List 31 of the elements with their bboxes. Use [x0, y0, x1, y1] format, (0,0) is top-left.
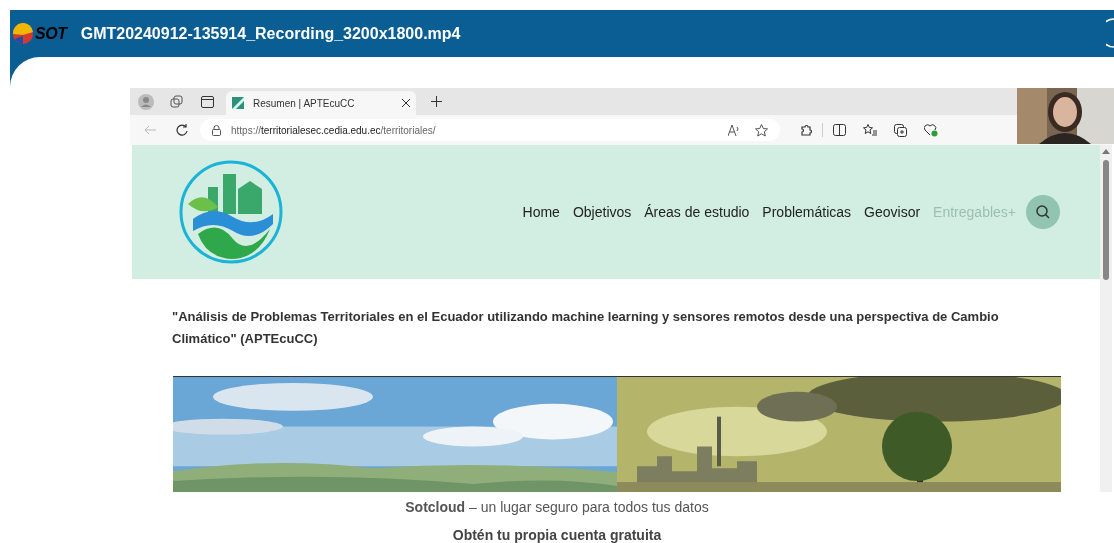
page-heading: "Análisis de Problemas Territoriales en el Ecuador utilizando machine learning y sensores remotos desde una perspectiva de Cambio Climático" (APTEcuCC)	[172, 308, 1000, 348]
read-aloud-icon[interactable]	[728, 124, 740, 136]
split-screen-icon[interactable]	[833, 124, 846, 136]
video-title: GMT20240912-135914_Recording_3200x1800.mp4	[80, 23, 461, 44]
new-tab-icon[interactable]	[431, 96, 442, 107]
footer-cta: Obtén tu propia cuenta gratuita	[451, 526, 663, 543]
favicon-icon	[232, 97, 244, 109]
search-button[interactable]	[1026, 195, 1060, 229]
add-collection-icon[interactable]	[894, 123, 907, 137]
nav-link[interactable]: Home	[522, 201, 560, 223]
lock-icon	[212, 124, 221, 136]
favorites-icon[interactable]	[863, 124, 877, 136]
logo-text: SOT	[35, 25, 67, 42]
profile-icon[interactable]	[138, 93, 154, 110]
scrollbar[interactable]	[1100, 145, 1112, 492]
extensions-icon[interactable]	[800, 124, 812, 136]
collections-icon[interactable]	[170, 95, 183, 108]
footer-text: Sotcloud – un lugar seguro para todos tus datos	[404, 498, 710, 517]
nav-link[interactable]: Áreas de estudio	[644, 201, 750, 223]
nav-link[interactable]: Problemáticas	[762, 201, 852, 223]
tab-actions-icon[interactable]	[201, 95, 214, 108]
star-icon[interactable]	[755, 123, 768, 137]
health-icon[interactable]	[924, 123, 938, 137]
logo-icon	[12, 22, 34, 45]
nav-link[interactable]: Geovisor	[864, 201, 921, 223]
search-icon	[1036, 205, 1050, 219]
refresh-icon[interactable]	[176, 124, 188, 136]
close-icon[interactable]	[402, 99, 410, 107]
address-bar[interactable]: https://territorialesec.cedia.edu.ec/territoriales/	[200, 119, 780, 141]
browser-tab[interactable]: Resumen | APTEcuCC	[226, 91, 416, 115]
nav-link[interactable]: Objetivos	[572, 201, 632, 223]
